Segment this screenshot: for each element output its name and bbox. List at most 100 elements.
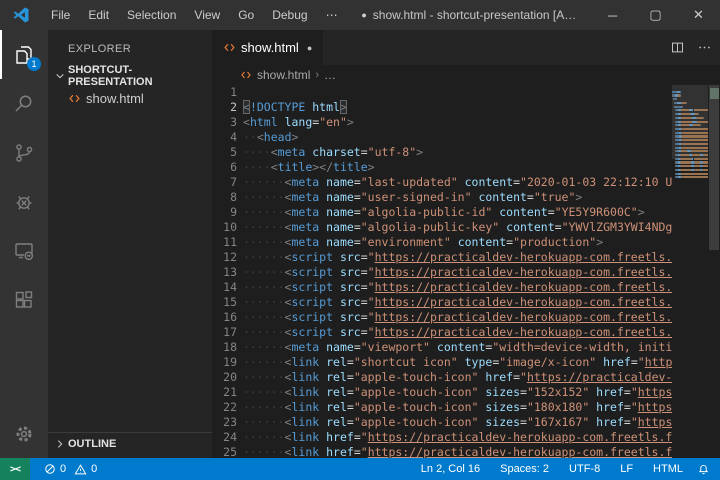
breadcrumb-file[interactable]: show.html <box>257 68 310 82</box>
code-text: ······<script src="https://practicaldev-… <box>243 250 672 265</box>
line-number[interactable]: 21 <box>212 385 237 400</box>
tab-modified-dot[interactable]: ● <box>307 43 312 53</box>
problems-status[interactable]: 0 0 <box>44 463 97 476</box>
editor-scrollbar[interactable] <box>708 85 720 458</box>
code-line-13[interactable]: 13······<script src="https://practicalde… <box>212 265 672 280</box>
code-line-14[interactable]: 14······<script src="https://practicalde… <box>212 280 672 295</box>
status-indentation[interactable]: Spaces: 2 <box>500 463 549 475</box>
line-number[interactable]: 8 <box>212 190 237 205</box>
notifications-bell-icon[interactable] <box>697 463 710 476</box>
line-number[interactable]: 20 <box>212 370 237 385</box>
debug-icon[interactable] <box>0 177 48 226</box>
menu-item-selection[interactable]: Selection <box>118 0 185 30</box>
line-number[interactable]: 3 <box>212 115 237 130</box>
line-number[interactable]: 6 <box>212 160 237 175</box>
code-line-25[interactable]: 25······<link href="https://practicaldev… <box>212 445 672 458</box>
code-line-23[interactable]: 23······<link rel="apple-touch-icon" siz… <box>212 415 672 430</box>
remote-explorer-icon[interactable] <box>0 226 48 275</box>
line-number[interactable]: 23 <box>212 415 237 430</box>
line-number[interactable]: 10 <box>212 220 237 235</box>
line-number[interactable]: 22 <box>212 400 237 415</box>
code-line-10[interactable]: 10······<meta name="algolia-public-key" … <box>212 220 672 235</box>
modified-indicator: ● <box>361 10 366 20</box>
line-number[interactable]: 19 <box>212 355 237 370</box>
explorer-icon[interactable]: 1 <box>0 30 48 79</box>
search-icon[interactable] <box>0 79 48 128</box>
window-title: ● show.html - shortcut-presentation [A… <box>347 0 591 30</box>
scrollbar-thumb[interactable] <box>709 85 719 250</box>
line-number[interactable]: 12 <box>212 250 237 265</box>
remote-indicator[interactable]: >< <box>0 458 30 480</box>
code-line-17[interactable]: 17······<script src="https://practicalde… <box>212 325 672 340</box>
more-actions-icon[interactable] <box>697 40 712 55</box>
code-line-11[interactable]: 11······<meta name="environment" content… <box>212 235 672 250</box>
line-number[interactable]: 1 <box>212 85 237 100</box>
tab-show-html[interactable]: show.html ● <box>212 30 323 65</box>
maximize-button[interactable]: ▢ <box>634 0 677 30</box>
code-line-18[interactable]: 18 ······<meta name="viewport" content="w… <box>212 340 672 355</box>
line-number[interactable]: 7 <box>212 175 237 190</box>
code-line-19[interactable]: 19······<link rel="shortcut icon" type="… <box>212 355 672 370</box>
html-file-icon <box>240 69 252 81</box>
line-number[interactable]: 14 <box>212 280 237 295</box>
line-number[interactable]: 24 <box>212 430 237 445</box>
code-line-20[interactable]: 20······<link rel="apple-touch-icon" hre… <box>212 370 672 385</box>
code-line-22[interactable]: 22······<link rel="apple-touch-icon" siz… <box>212 400 672 415</box>
line-number[interactable]: 11 <box>212 235 237 250</box>
code-text: ······<link rel="apple-touch-icon" sizes… <box>243 385 672 400</box>
file-name: show.html <box>86 91 144 106</box>
file-item-show-html[interactable]: show.html <box>48 87 212 109</box>
outline-section-header[interactable]: OUTLINE <box>48 432 212 454</box>
chevron-right-icon <box>52 439 68 449</box>
code-line-12[interactable]: 12 ······<script src="https://practicalde… <box>212 250 672 265</box>
extensions-icon[interactable] <box>0 275 48 324</box>
menu-item-edit[interactable]: Edit <box>79 0 118 30</box>
code-line-24[interactable]: 24 ······<link href="https://practicaldev… <box>212 430 672 445</box>
code-text: ······<link href="https://practicaldev-h… <box>243 430 672 445</box>
line-number[interactable]: 13 <box>212 265 237 280</box>
status-encoding[interactable]: UTF-8 <box>569 463 600 475</box>
split-editor-icon[interactable] <box>670 40 685 55</box>
status-eol[interactable]: LF <box>620 463 633 475</box>
code-line-5[interactable]: 5····<meta charset="utf-8"> <box>212 145 672 160</box>
status-line-col[interactable]: Ln 2, Col 16 <box>421 463 480 475</box>
breadcrumb-more[interactable]: … <box>324 68 336 82</box>
status-language[interactable]: HTML <box>653 463 683 475</box>
code-line-3[interactable]: 3<html lang="en"> <box>212 115 672 130</box>
code-line-1[interactable]: 1 <box>212 85 672 100</box>
code-line-7[interactable]: 7······<meta name="last-updated" content… <box>212 175 672 190</box>
code-line-16[interactable]: 16······<script src="https://practicalde… <box>212 310 672 325</box>
code-line-21[interactable]: 21 ······<link rel="apple-touch-icon" siz… <box>212 385 672 400</box>
line-number[interactable]: 5 <box>212 145 237 160</box>
editor-group: show.html ● show.html › … <box>212 30 720 458</box>
code-editor[interactable]: 12<!DOCTYPE html>3<html lang="en">4··<he… <box>212 85 720 458</box>
line-number[interactable]: 2 <box>212 100 237 115</box>
code-line-4[interactable]: 4··<head> <box>212 130 672 145</box>
line-number[interactable]: 17 <box>212 325 237 340</box>
menu-item-go[interactable]: Go <box>229 0 263 30</box>
code-text: ······<meta name="viewport" content="wid… <box>243 340 672 355</box>
code-line-9[interactable]: 9······<meta name="algolia-public-id" co… <box>212 205 672 220</box>
minimap[interactable] <box>672 85 708 458</box>
settings-gear-icon[interactable] <box>0 409 48 458</box>
minimize-button[interactable]: ─ <box>591 0 634 30</box>
line-number[interactable]: 4 <box>212 130 237 145</box>
line-number[interactable]: 25 <box>212 445 237 458</box>
line-number[interactable]: 15 <box>212 295 237 310</box>
line-number[interactable]: 9 <box>212 205 237 220</box>
code-line-15[interactable]: 15······<script src="https://practicalde… <box>212 295 672 310</box>
chevron-down-icon <box>52 71 68 81</box>
line-number[interactable]: 16 <box>212 310 237 325</box>
menu-item-file[interactable]: File <box>42 0 79 30</box>
code-line-6[interactable]: 6····<title></title> <box>212 160 672 175</box>
source-control-icon[interactable] <box>0 128 48 177</box>
code-line-2[interactable]: 2<!DOCTYPE html> <box>212 100 672 115</box>
errors-icon <box>44 463 56 475</box>
menu-item-more[interactable]: ⋯ <box>317 0 347 30</box>
menu-item-view[interactable]: View <box>185 0 229 30</box>
menu-item-debug[interactable]: Debug <box>263 0 316 30</box>
folder-section-header[interactable]: SHORTCUT-PRESENTATION <box>48 65 212 87</box>
code-line-8[interactable]: 8······<meta name="user-signed-in" conte… <box>212 190 672 205</box>
line-number[interactable]: 18 <box>212 340 237 355</box>
close-button[interactable]: ✕ <box>677 0 720 30</box>
